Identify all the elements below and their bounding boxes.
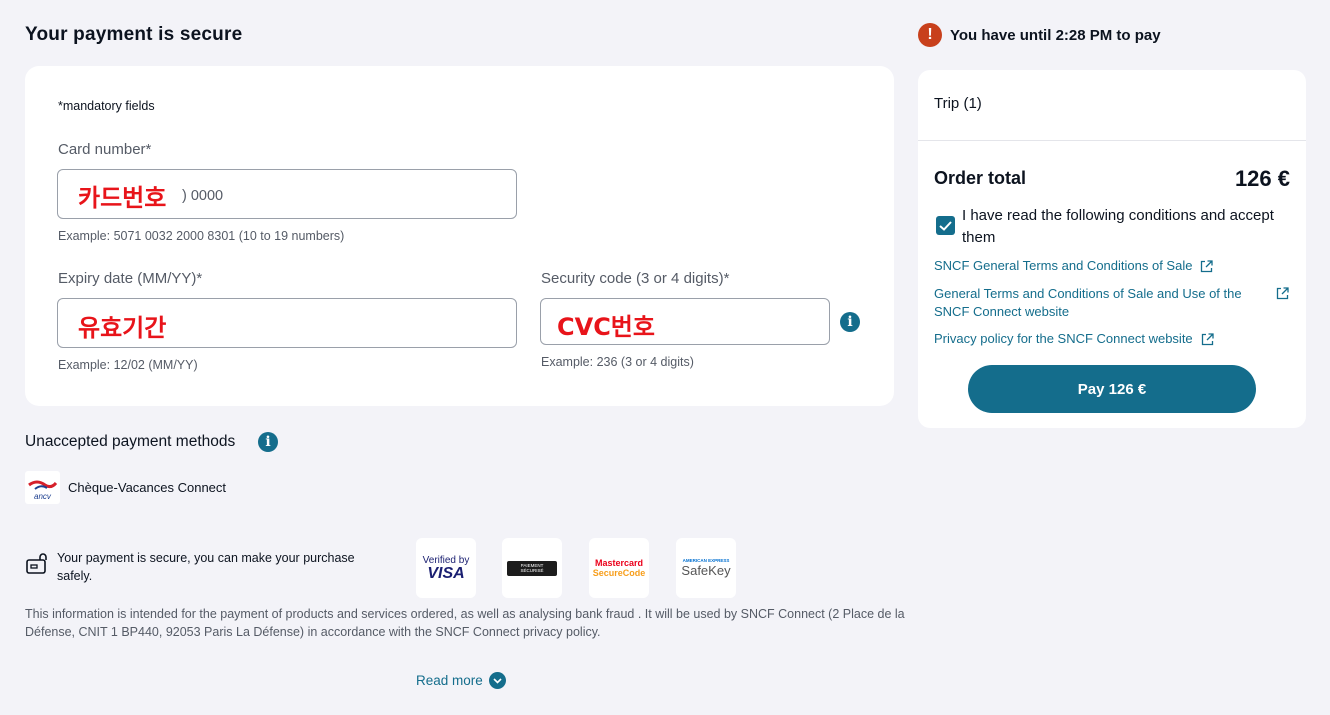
security-code-annotation: CVC번호 <box>557 313 655 341</box>
payment-timer: ! You have until 2:28 PM to pay <box>918 23 1161 47</box>
cb-badge-line2: SÉCURISÉ <box>520 568 544 573</box>
visa-badge-line2: VISA <box>427 565 465 582</box>
expiry-annotation: 유효기간 <box>78 314 167 342</box>
security-code-hint: Example: 236 (3 or 4 digits) <box>541 355 694 369</box>
amex-safekey-badge: AMERICAN EXPRESS SafeKey <box>676 538 736 598</box>
accept-conditions-text: I have read the following conditions and… <box>962 207 1274 246</box>
mastercard-badge-line2: SecureCode <box>592 568 646 578</box>
security-code-input[interactable]: CVC번호 <box>540 298 830 345</box>
ancv-logo-text: ancv <box>34 492 51 501</box>
expiry-label: Expiry date (MM/YY)* <box>58 270 203 287</box>
privacy-policy-link[interactable]: Privacy policy for the SNCF Connect webs… <box>934 330 1214 348</box>
timer-text: You have until 2:28 PM to pay <box>950 26 1161 44</box>
cb-secure-badge: PAIEMENT SÉCURISÉ <box>502 538 562 598</box>
external-link-icon <box>1201 332 1214 345</box>
security-code-info-icon[interactable]: i <box>840 312 860 332</box>
chevron-down-icon <box>488 672 506 689</box>
external-link-icon[interactable] <box>1276 287 1289 300</box>
read-more-link[interactable]: Read more <box>416 672 506 689</box>
terms-of-sale-label: SNCF General Terms and Conditions of Sal… <box>934 258 1193 273</box>
mastercard-badge: Mastercard SecureCode <box>589 538 649 598</box>
card-number-label: Card number* <box>58 141 152 158</box>
unaccepted-info-icon[interactable]: i <box>258 432 278 452</box>
card-number-annotation: 카드번호 <box>78 184 167 212</box>
secure-lock-icon <box>25 553 49 582</box>
card-number-input[interactable]: 카드번호 ) 0000 <box>57 169 517 219</box>
page-title: Your payment is secure <box>25 24 243 45</box>
amex-badge-line2: SafeKey <box>681 563 731 578</box>
expiry-input[interactable]: 유효기간 <box>57 298 517 348</box>
ancv-logo-icon: ancv <box>25 471 60 504</box>
card-number-placeholder: ) 0000 <box>182 188 224 204</box>
mandatory-note: *mandatory fields <box>58 99 155 113</box>
terms-of-use-label: General Terms and Conditions of Sale and… <box>934 286 1242 319</box>
order-total-label: Order total <box>934 168 1027 188</box>
check-icon <box>939 220 952 231</box>
accept-checkbox[interactable] <box>936 216 955 235</box>
visa-badge: Verified by VISA <box>416 538 476 598</box>
alert-icon: ! <box>918 23 942 47</box>
card-number-hint: Example: 5071 0032 2000 8301 (10 to 19 n… <box>58 229 345 243</box>
external-link-icon <box>1201 259 1214 272</box>
summary-divider <box>918 140 1306 141</box>
trip-label[interactable]: Trip (1) <box>934 95 982 112</box>
terms-of-use-link[interactable]: General Terms and Conditions of Sale and… <box>934 285 1254 321</box>
privacy-policy-label: Privacy policy for the SNCF Connect webs… <box>934 331 1193 346</box>
disclaimer-text: This information is intended for the pay… <box>25 607 905 639</box>
secure-text: Your payment is secure, you can make you… <box>57 551 355 583</box>
unaccepted-title: Unaccepted payment methods <box>25 433 236 450</box>
security-code-label: Security code (3 or 4 digits)* <box>541 270 730 287</box>
terms-of-sale-link[interactable]: SNCF General Terms and Conditions of Sal… <box>934 257 1214 275</box>
pay-button[interactable]: Pay 126 € <box>968 365 1256 413</box>
order-total-amount: 126 € <box>1234 166 1290 191</box>
mastercard-badge-line1: Mastercard <box>594 558 644 568</box>
unaccepted-item-label: Chèque-Vacances Connect <box>68 480 227 495</box>
read-more-label: Read more <box>416 673 483 688</box>
expiry-hint: Example: 12/02 (MM/YY) <box>58 358 198 372</box>
